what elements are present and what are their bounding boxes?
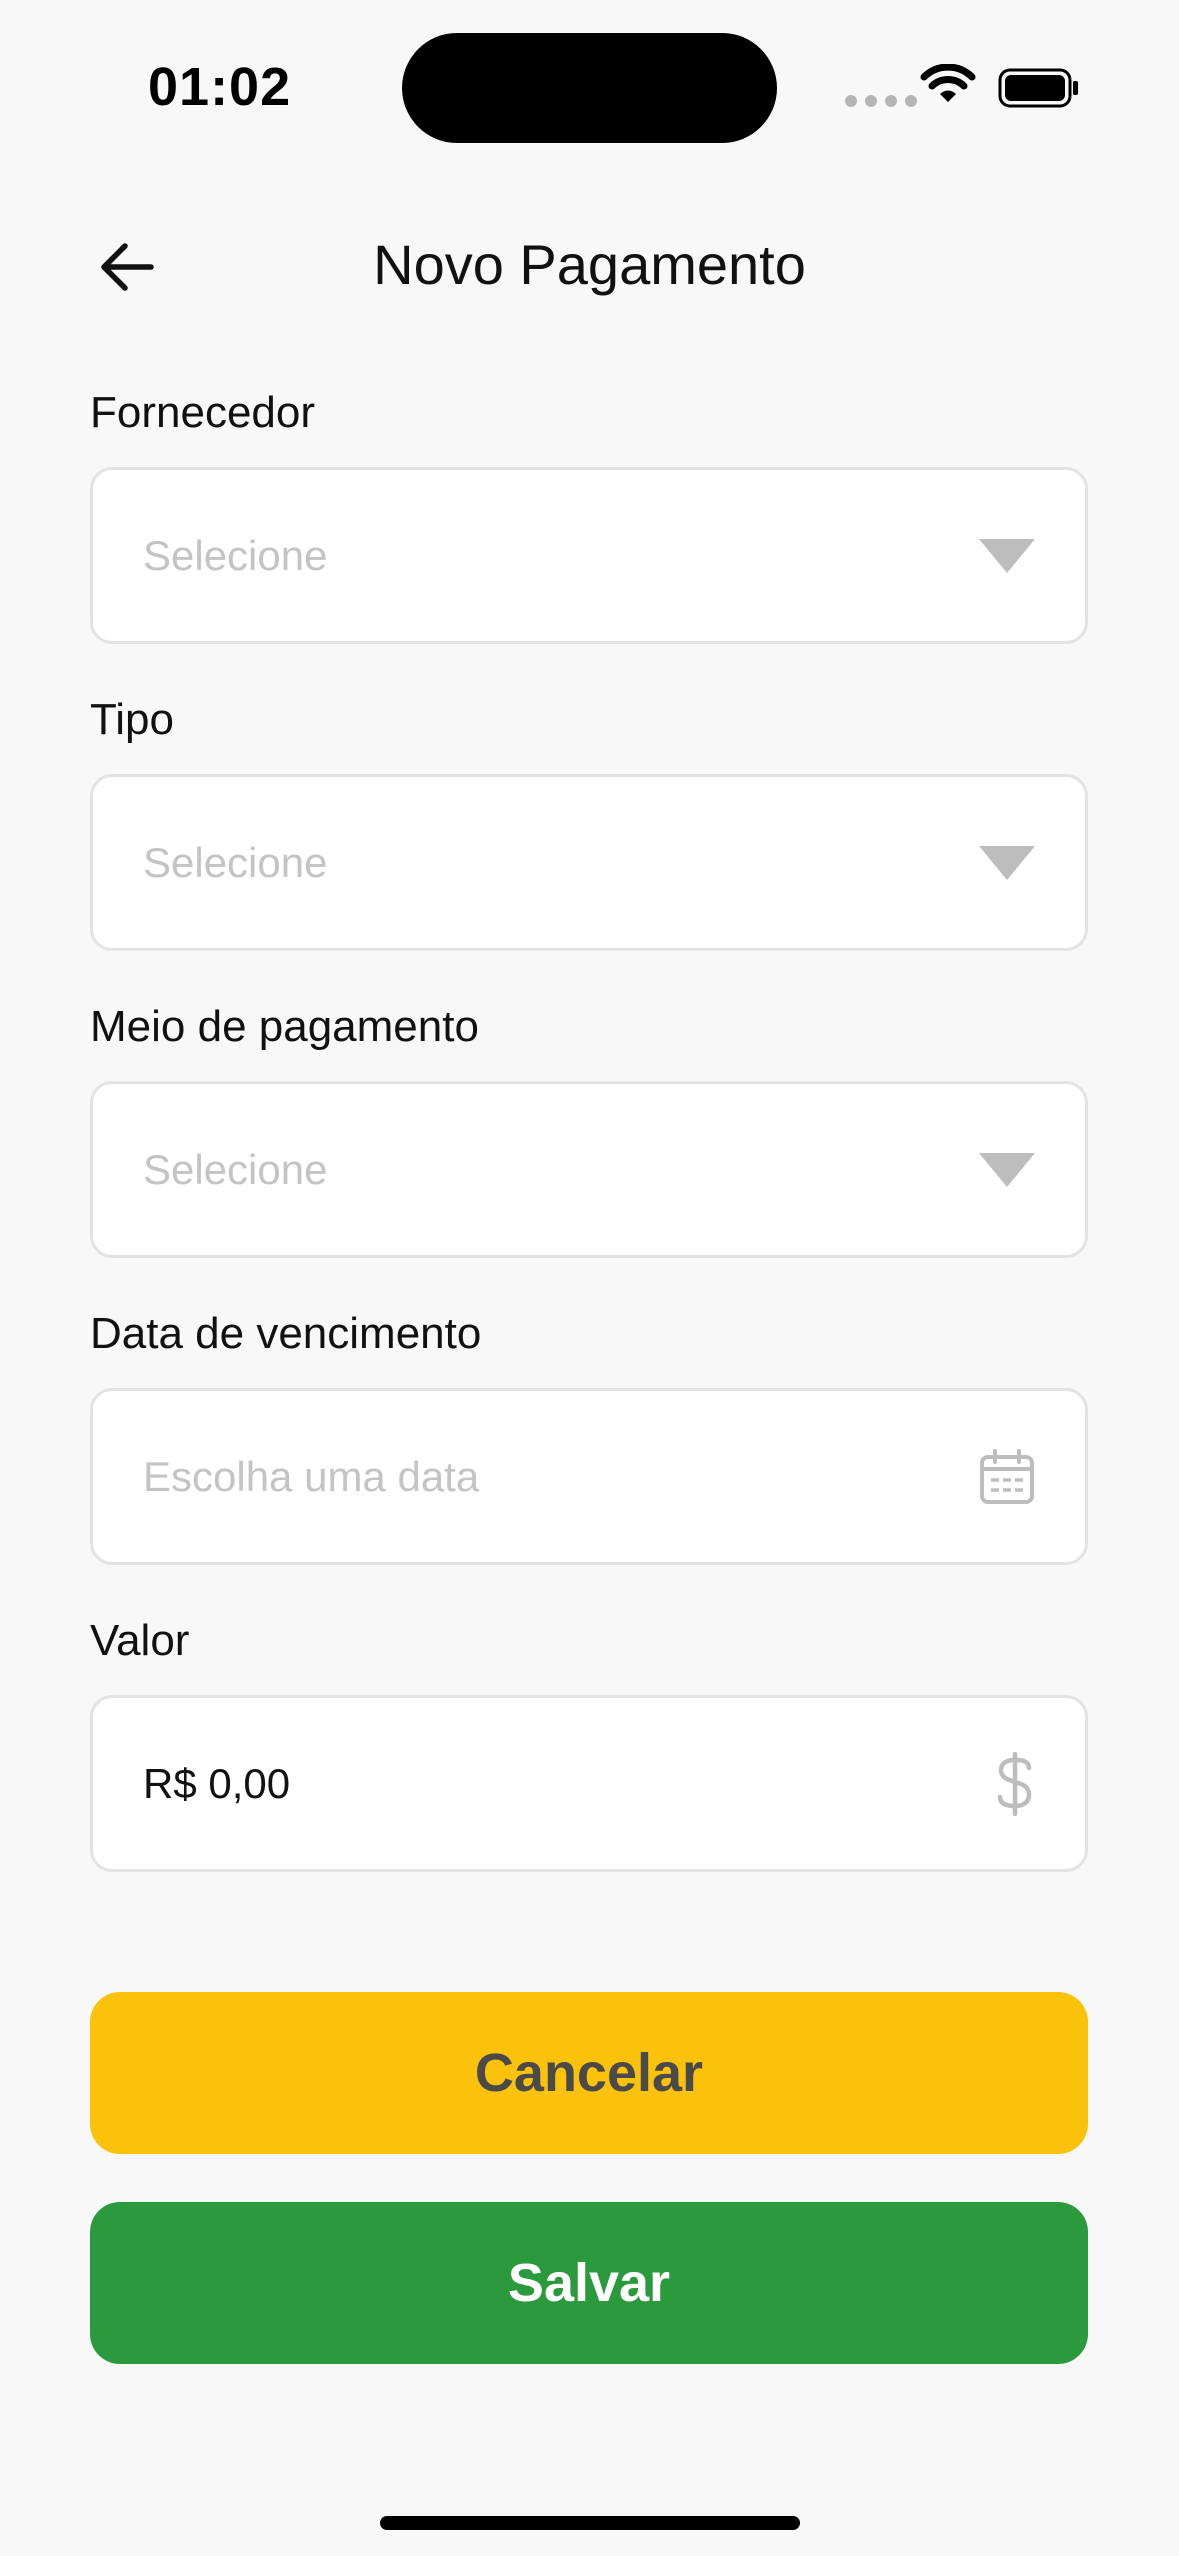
data-vencimento-label: Data de vencimento <box>90 1309 482 1358</box>
meio-pagamento-select[interactable]: Selecione <box>90 1081 1088 1258</box>
meio-pagamento-label: Meio de pagamento <box>90 1002 479 1051</box>
cancel-button[interactable]: Cancelar <box>90 1992 1088 2154</box>
save-button[interactable]: Salvar <box>90 2202 1088 2364</box>
dollar-icon <box>995 1751 1035 1816</box>
wifi-icon <box>920 64 976 102</box>
back-button[interactable] <box>92 232 162 302</box>
page-title: Novo Pagamento <box>373 233 806 296</box>
chevron-down-icon <box>979 1152 1035 1187</box>
home-indicator <box>380 2516 800 2530</box>
fornecedor-placeholder: Selecione <box>143 531 328 579</box>
meio-pagamento-placeholder: Selecione <box>143 1145 328 1193</box>
data-vencimento-field[interactable]: Escolha uma data <box>90 1388 1088 1565</box>
tipo-placeholder: Selecione <box>143 838 328 886</box>
battery-icon <box>998 68 1078 108</box>
fornecedor-label: Fornecedor <box>90 388 316 437</box>
calendar-icon[interactable] <box>979 1448 1035 1505</box>
valor-label: Valor <box>90 1616 190 1665</box>
tipo-select[interactable]: Selecione <box>90 774 1088 951</box>
data-vencimento-placeholder: Escolha uma data <box>143 1452 480 1500</box>
fornecedor-select[interactable]: Selecione <box>90 467 1088 644</box>
status-time: 01:02 <box>148 57 292 117</box>
tipo-label: Tipo <box>90 695 174 744</box>
chevron-down-icon <box>979 538 1035 573</box>
cellular-signal-icon <box>845 95 917 107</box>
valor-input[interactable]: R$ 0,00 <box>90 1695 1088 1872</box>
chevron-down-icon <box>979 845 1035 880</box>
arrow-left-icon <box>101 243 154 291</box>
dynamic-island <box>402 33 777 143</box>
valor-value: R$ 0,00 <box>143 1759 291 1807</box>
